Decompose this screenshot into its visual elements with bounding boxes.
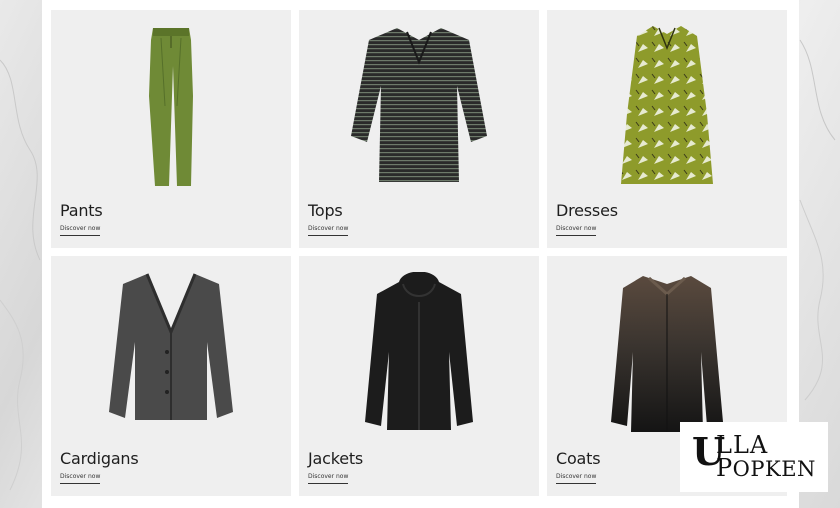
category-card-jackets[interactable]: Jackets Discover now <box>299 256 539 496</box>
discover-now-link[interactable]: Discover now <box>308 225 349 236</box>
category-card-dresses[interactable]: Dresses Discover now <box>547 10 787 248</box>
category-card-tops[interactable]: Tops Discover now <box>299 10 539 248</box>
logo-line2-rest: OPKEN <box>732 457 816 481</box>
discover-now-link[interactable]: Discover now <box>60 225 101 236</box>
category-title: Jackets <box>308 449 364 468</box>
category-card-pants[interactable]: Pants Discover now <box>51 10 291 248</box>
dress-icon <box>621 26 713 184</box>
brand-logo: U LLA POPKEN <box>680 422 828 492</box>
category-title: Tops <box>308 201 343 220</box>
discover-now-link[interactable]: Discover now <box>556 225 597 236</box>
discover-now-link[interactable]: Discover now <box>308 473 349 484</box>
jacket-icon <box>365 272 473 430</box>
top-icon <box>351 28 487 182</box>
logo-line2-initial: P <box>716 454 733 482</box>
category-card-cardigans[interactable]: Cardigans Discover now <box>51 256 291 496</box>
category-title: Cardigans <box>60 449 139 468</box>
category-title: Coats <box>556 449 601 468</box>
cardigan-icon <box>109 273 233 420</box>
pants-icon <box>149 28 193 186</box>
discover-now-link[interactable]: Discover now <box>60 473 101 484</box>
category-grid: Pants Discover now Tops Discover now Dre… <box>51 10 787 496</box>
logo-line2: POPKEN <box>716 454 816 482</box>
category-title: Pants <box>60 201 103 220</box>
category-title: Dresses <box>556 201 618 220</box>
coat-icon <box>611 276 723 432</box>
discover-now-link[interactable]: Discover now <box>556 473 597 484</box>
